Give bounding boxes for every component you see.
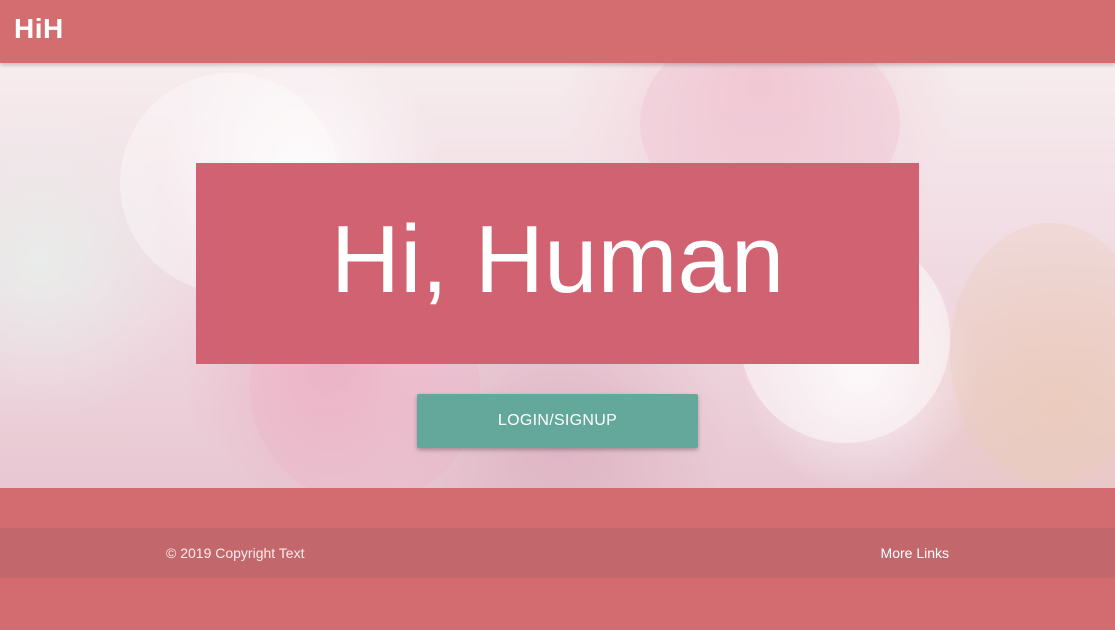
hero-title: Hi, Human <box>330 205 785 313</box>
navbar: HiH <box>0 0 1115 63</box>
copyright-text: © 2019 Copyright Text <box>166 545 305 561</box>
brand-logo[interactable]: HiH <box>14 12 64 46</box>
more-links-link[interactable]: More Links <box>881 544 949 562</box>
page-footer: © 2019 Copyright Text More Links <box>0 488 1115 630</box>
login-signup-button[interactable]: LOGIN/SIGNUP <box>417 394 698 448</box>
hero-title-box: Hi, Human <box>196 163 919 364</box>
background-bokeh <box>950 223 1115 483</box>
footer-copyright-bar: © 2019 Copyright Text More Links <box>0 528 1115 578</box>
hero-section: Hi, Human LOGIN/SIGNUP <box>0 63 1115 488</box>
